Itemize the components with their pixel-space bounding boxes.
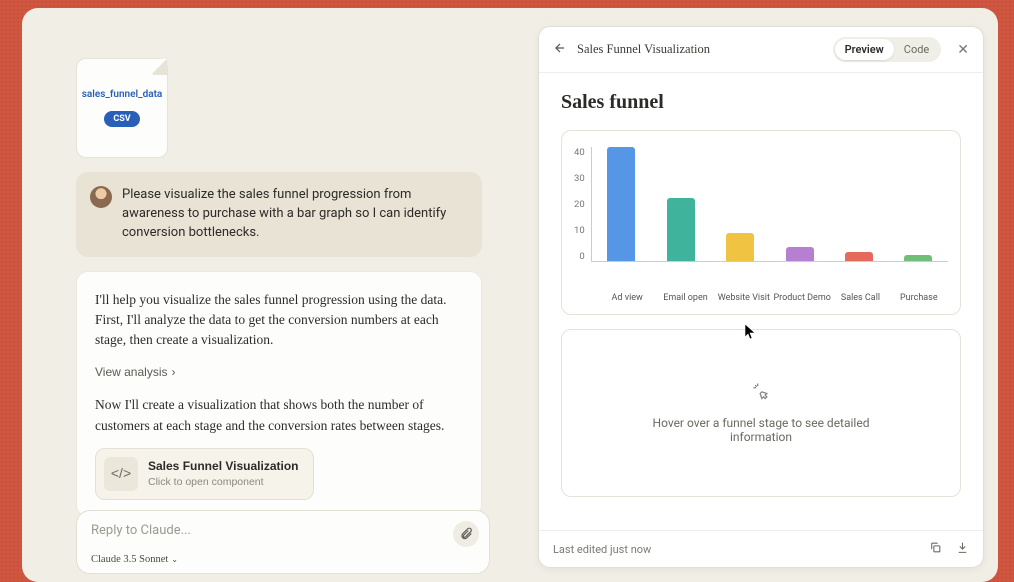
composer[interactable]: Reply to Claude... Claude 3.5 Sonnet ⌄ [76,510,490,574]
last-edited-label: Last edited just now [553,543,651,556]
bar-product-demo[interactable] [786,247,814,261]
assistant-paragraph: Now I'll create a visualization that sho… [95,395,463,436]
attach-button[interactable] [453,521,479,547]
plot-area [591,147,948,262]
x-tick: Ad view [598,293,656,304]
bar-sales-call[interactable] [845,252,873,261]
x-tick: Product Demo [773,293,831,304]
assistant-paragraph: I'll help you visualize the sales funnel… [95,290,463,351]
x-tick: Sales Call [831,293,889,304]
x-tick: Purchase [890,293,948,304]
file-name: sales_funnel_data [76,89,169,101]
file-attachment-chip[interactable]: sales_funnel_data CSV [76,58,168,158]
chart-card: 40 30 20 10 0 Ad viewEmail openWebsite Visit… [561,130,961,315]
user-message: Please visualize the sales funnel progre… [76,172,482,257]
tab-preview[interactable]: Preview [835,39,894,60]
y-tick: 20 [574,199,585,210]
close-button[interactable]: ✕ [957,42,969,58]
chevron-right-icon: › [171,363,175,381]
user-message-text: Please visualize the sales funnel progre… [122,186,466,243]
x-tick: Website Visit [715,293,773,304]
x-axis-labels: Ad viewEmail openWebsite VisitProduct De… [598,293,948,304]
avatar [90,186,112,208]
bar-ad-view[interactable] [607,147,635,261]
file-type-badge: CSV [104,111,139,127]
back-button[interactable] [553,41,567,59]
hover-hint-card: Hover over a funnel stage to see detaile… [561,329,961,497]
view-analysis-link[interactable]: View analysis › [95,363,175,381]
y-tick: 30 [574,173,585,184]
bar-purchase[interactable] [904,255,932,261]
code-icon: </> [104,457,138,491]
artifact-title: Sales Funnel Visualization [148,457,299,475]
composer-placeholder: Reply to Claude... [91,523,475,538]
artifact-chip[interactable]: </> Sales Funnel Visualization Click to … [95,448,314,500]
artifact-panel: Sales Funnel Visualization Preview Code … [538,26,984,568]
tab-code[interactable]: Code [894,39,939,60]
chart-title: Sales funnel [561,91,961,114]
model-selector[interactable]: Claude 3.5 Sonnet ⌄ [91,554,178,565]
x-tick: Email open [656,293,714,304]
bar-email-open[interactable] [667,198,695,261]
y-tick: 10 [574,225,585,236]
y-tick: 40 [574,147,585,158]
cursor-click-icon [751,381,771,406]
bar-website-visit[interactable] [726,233,754,262]
y-tick: 0 [574,251,585,262]
copy-button[interactable] [929,541,942,557]
chevron-down-icon: ⌄ [171,555,178,564]
preview-code-toggle[interactable]: Preview Code [833,37,942,62]
panel-title: Sales Funnel Visualization [577,42,823,57]
artifact-subtitle: Click to open component [148,475,299,491]
y-axis: 40 30 20 10 0 [574,147,591,262]
download-button[interactable] [956,541,969,557]
assistant-message: I'll help you visualize the sales funnel… [76,271,482,517]
hover-hint-text: Hover over a funnel stage to see detaile… [651,416,871,444]
